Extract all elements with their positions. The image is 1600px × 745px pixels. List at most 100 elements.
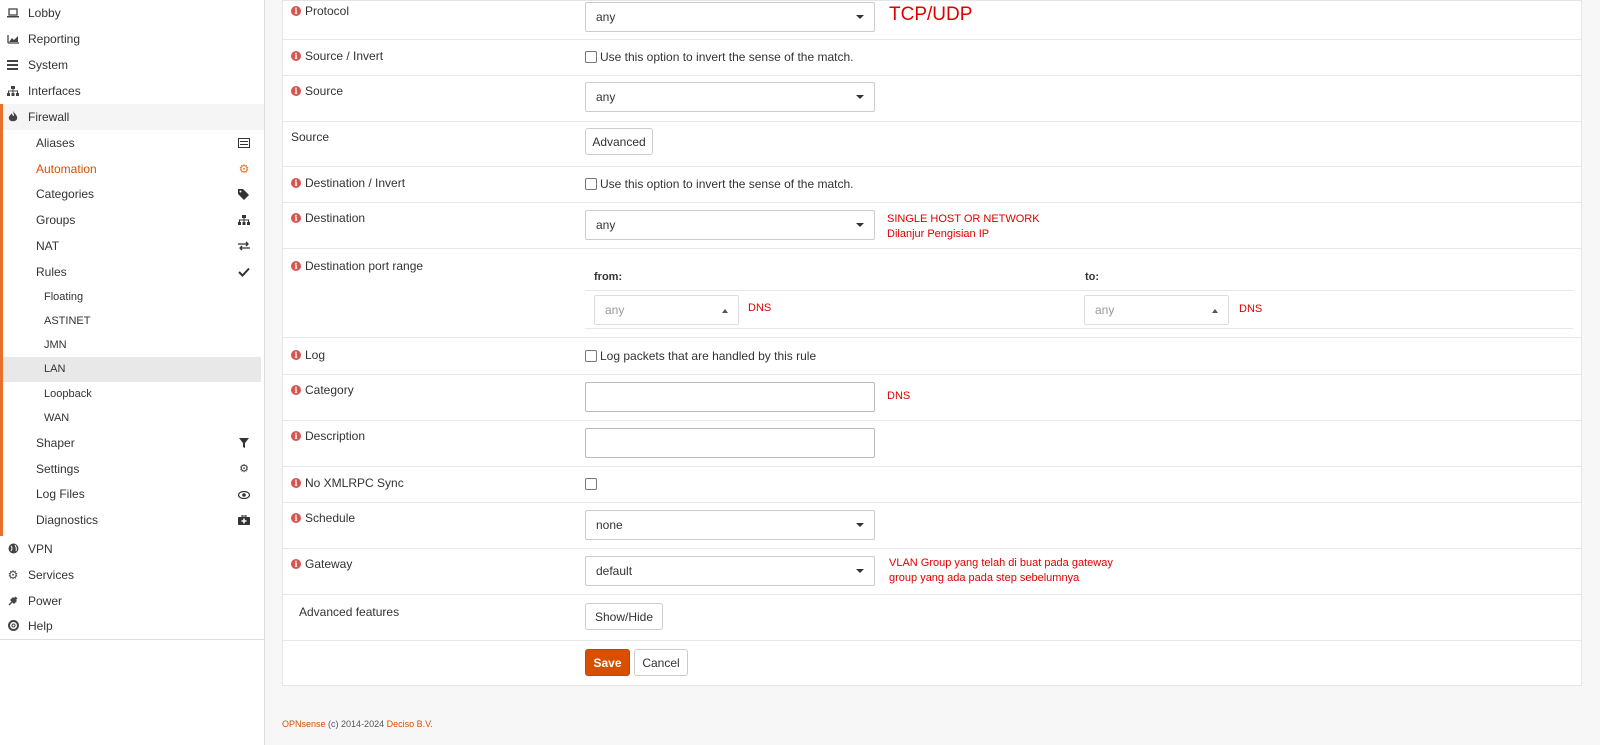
- info-icon[interactable]: i: [291, 178, 301, 188]
- source-select[interactable]: any: [585, 82, 875, 112]
- nav-rules-jmn[interactable]: JMN: [3, 333, 261, 357]
- info-icon[interactable]: i: [291, 559, 301, 569]
- info-icon[interactable]: i: [291, 385, 301, 395]
- nav-rules-wan[interactable]: WAN: [3, 406, 261, 430]
- from-header: from:: [594, 271, 623, 283]
- chevron-down-icon: [856, 15, 864, 19]
- port-range-header: [585, 256, 1573, 291]
- plug-icon: [6, 595, 20, 607]
- annotation-category: DNS: [887, 390, 911, 402]
- category-input[interactable]: [585, 382, 875, 412]
- to-port-input[interactable]: any: [1084, 295, 1229, 325]
- schedule-select[interactable]: none: [585, 510, 875, 540]
- nav-rules[interactable]: Rules: [3, 259, 261, 285]
- footer-company-link[interactable]: Deciso B.V.: [387, 719, 433, 729]
- sidebar: Lobby Reporting System Interfaces Firewa…: [0, 0, 265, 745]
- chevron-down-icon: [856, 569, 864, 573]
- destination-invert-checkbox[interactable]: Use this option to invert the sense of t…: [585, 177, 853, 191]
- info-icon[interactable]: i: [291, 213, 301, 223]
- nav-rules-loopback[interactable]: Loopback: [3, 382, 261, 406]
- label-text: Source / Invert: [305, 49, 384, 63]
- nav-label: Reporting: [28, 31, 81, 46]
- info-icon[interactable]: i: [291, 261, 301, 271]
- nav-label: Services: [28, 567, 75, 582]
- label-text: Category: [305, 383, 354, 397]
- chevron-down-icon: [856, 223, 864, 227]
- save-button[interactable]: Save: [585, 649, 630, 676]
- nav-label: Power: [28, 593, 63, 608]
- chevron-up-icon: [1212, 309, 1218, 313]
- protocol-select[interactable]: any: [585, 2, 875, 32]
- nav-rules-floating[interactable]: Floating: [3, 285, 261, 309]
- server-icon: [6, 59, 20, 71]
- info-icon[interactable]: i: [291, 513, 301, 523]
- input-value: any: [605, 303, 625, 317]
- port-range-table: from: to: any DNS any DNS: [585, 256, 1573, 329]
- checkbox[interactable]: [585, 51, 597, 63]
- firewall-rule-form: i Protocol any TCP/UDP i Source / Invert U…: [282, 0, 1582, 686]
- row-gateway: i Gateway default VLAN Group yang telah d…: [283, 548, 1581, 595]
- nav-firewall[interactable]: Firewall: [0, 104, 264, 130]
- info-icon[interactable]: i: [291, 431, 301, 441]
- nav-label: System: [28, 57, 69, 72]
- row-destination: i Destination any SINGLE HOST OR NETWORK …: [283, 202, 1581, 249]
- field-label: i Destination port range: [291, 259, 423, 273]
- nav-diagnostics[interactable]: Diagnostics: [3, 507, 261, 533]
- advanced-button[interactable]: Advanced: [585, 128, 653, 155]
- fire-icon: [6, 110, 20, 123]
- cancel-button[interactable]: Cancel: [634, 649, 688, 676]
- info-icon[interactable]: i: [291, 350, 301, 360]
- nav-label: Aliases: [36, 135, 75, 150]
- checkbox[interactable]: [585, 350, 597, 362]
- show-hide-button[interactable]: Show/Hide: [585, 603, 663, 630]
- exchange-icon: [237, 239, 251, 253]
- nav-automation[interactable]: Automation ⚙: [3, 156, 261, 182]
- nav-services[interactable]: ⚙ Services: [0, 562, 264, 588]
- checkbox[interactable]: [585, 178, 597, 190]
- nav-rules-astinet[interactable]: ASTINET: [3, 309, 261, 333]
- field-label: i Gateway: [291, 557, 352, 571]
- destination-select[interactable]: any: [585, 210, 875, 240]
- nav-rules-lan[interactable]: LAN: [3, 357, 261, 382]
- checkbox[interactable]: [585, 478, 597, 490]
- nav-lobby[interactable]: Lobby: [0, 0, 264, 26]
- label-text: Description: [305, 429, 366, 443]
- info-icon[interactable]: i: [291, 478, 301, 488]
- label-text: Protocol: [305, 4, 350, 18]
- nav-help[interactable]: Help: [0, 613, 264, 639]
- footer: OPNsense (c) 2014-2024 Deciso B.V.: [282, 719, 433, 729]
- footer-brand-link[interactable]: OPNsense: [282, 719, 326, 729]
- log-checkbox[interactable]: Log packets that are handled by this rul…: [585, 349, 816, 363]
- gateway-select[interactable]: default: [585, 556, 875, 586]
- description-input[interactable]: [585, 428, 875, 458]
- nav-nat[interactable]: NAT: [3, 233, 261, 259]
- nav-settings[interactable]: Settings ⚙: [3, 456, 261, 482]
- info-icon[interactable]: i: [291, 6, 301, 16]
- field-label: i Protocol: [291, 4, 349, 18]
- nav-label: Lobby: [28, 5, 61, 20]
- row-destination-invert: i Destination / Invert Use this option to…: [283, 166, 1581, 203]
- source-invert-checkbox[interactable]: Use this option to invert the sense of t…: [585, 50, 853, 64]
- nav-aliases[interactable]: Aliases: [3, 130, 261, 156]
- nav-reporting[interactable]: Reporting: [0, 26, 264, 52]
- no-xmlrpc-checkbox[interactable]: [585, 478, 600, 490]
- nav-categories[interactable]: Categories: [3, 182, 261, 208]
- nav-vpn[interactable]: VPN: [0, 536, 264, 562]
- nav-interfaces[interactable]: Interfaces: [0, 78, 264, 104]
- info-icon[interactable]: i: [291, 51, 301, 61]
- nav-system[interactable]: System: [0, 52, 264, 78]
- nav-label: Rules: [36, 264, 67, 279]
- gear-icon: ⚙: [238, 161, 250, 176]
- field-label: i Source / Invert: [291, 49, 383, 63]
- info-icon[interactable]: i: [291, 86, 301, 96]
- nav-log-files[interactable]: Log Files: [3, 482, 261, 508]
- nav-label: Help: [28, 618, 53, 633]
- nav-shaper[interactable]: Shaper: [3, 430, 261, 456]
- field-label: i Schedule: [291, 511, 355, 525]
- chevron-down-icon: [856, 95, 864, 99]
- nav-groups[interactable]: Groups: [3, 207, 261, 233]
- nav-power[interactable]: Power: [0, 588, 264, 614]
- from-port-input[interactable]: any: [594, 295, 739, 325]
- eye-icon: [237, 488, 251, 502]
- nav-label: NAT: [36, 239, 60, 254]
